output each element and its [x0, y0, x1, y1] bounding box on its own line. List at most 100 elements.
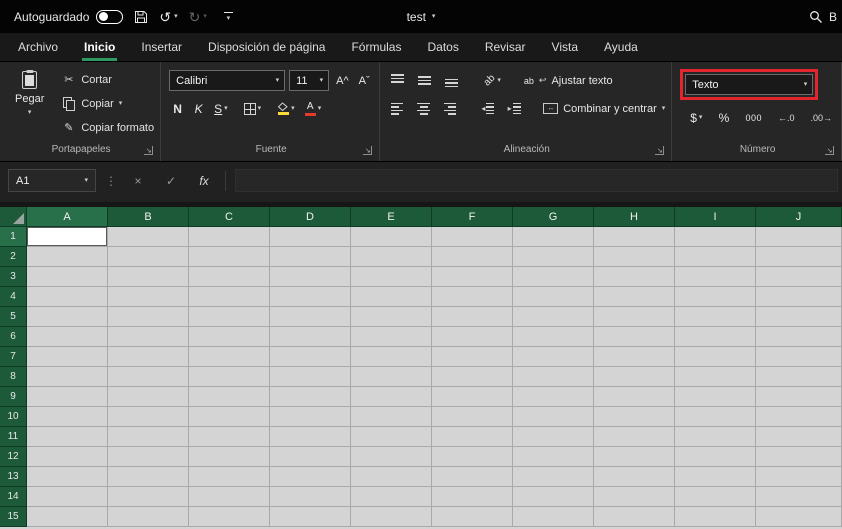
tab-ayuda[interactable]: Ayuda: [591, 33, 651, 61]
cell-G7[interactable]: [513, 347, 594, 367]
customize-quick-access-button[interactable]: ▾: [223, 11, 233, 22]
cell-D9[interactable]: [270, 387, 351, 407]
cell-F6[interactable]: [432, 327, 513, 347]
cell-D6[interactable]: [270, 327, 351, 347]
cell-G3[interactable]: [513, 267, 594, 287]
drag-handle-icon[interactable]: ⋮: [105, 174, 117, 188]
cell-B15[interactable]: [108, 507, 189, 527]
row-header-2[interactable]: 2: [0, 247, 27, 267]
align-top-button[interactable]: [388, 71, 407, 90]
row-header-11[interactable]: 11: [0, 427, 27, 447]
cell-F12[interactable]: [432, 447, 513, 467]
insert-function-button[interactable]: fx: [192, 174, 216, 188]
cell-G8[interactable]: [513, 367, 594, 387]
save-button[interactable]: [134, 10, 148, 24]
cell-F15[interactable]: [432, 507, 513, 527]
cell-B3[interactable]: [108, 267, 189, 287]
cell-F14[interactable]: [432, 487, 513, 507]
cell-J9[interactable]: [756, 387, 842, 407]
cell-D10[interactable]: [270, 407, 351, 427]
copy-button[interactable]: Copiar ▾: [61, 94, 154, 113]
cell-D2[interactable]: [270, 247, 351, 267]
cell-J10[interactable]: [756, 407, 842, 427]
borders-button[interactable]: ▾: [241, 99, 265, 118]
autosave-toggle[interactable]: [96, 9, 124, 24]
increase-decimal-button[interactable]: ←.0: [775, 108, 798, 127]
cell-A8[interactable]: [27, 367, 108, 387]
font-size-dropdown[interactable]: 11 ▾: [289, 70, 330, 91]
cell-D12[interactable]: [270, 447, 351, 467]
cell-I13[interactable]: [675, 467, 756, 487]
cell-H15[interactable]: [594, 507, 675, 527]
dialog-launcher-numero[interactable]: ↘: [825, 146, 834, 155]
row-header-6[interactable]: 6: [0, 327, 27, 347]
cell-G12[interactable]: [513, 447, 594, 467]
redo-button[interactable]: ↻ ▾: [189, 10, 207, 24]
tab-datos[interactable]: Datos: [414, 33, 471, 61]
cell-B11[interactable]: [108, 427, 189, 447]
cell-E14[interactable]: [351, 487, 432, 507]
cell-F2[interactable]: [432, 247, 513, 267]
cell-B6[interactable]: [108, 327, 189, 347]
bold-button[interactable]: N: [169, 99, 186, 118]
wrap-text-button[interactable]: ab ↩ Ajustar texto: [524, 75, 613, 87]
tab-vista[interactable]: Vista: [539, 33, 591, 61]
cell-J8[interactable]: [756, 367, 842, 387]
cell-I2[interactable]: [675, 247, 756, 267]
cell-F3[interactable]: [432, 267, 513, 287]
cell-A1[interactable]: [27, 227, 108, 247]
cell-I6[interactable]: [675, 327, 756, 347]
cell-B4[interactable]: [108, 287, 189, 307]
cell-E3[interactable]: [351, 267, 432, 287]
increase-indent-button[interactable]: ▸: [505, 99, 523, 118]
cell-A5[interactable]: [27, 307, 108, 327]
cell-G13[interactable]: [513, 467, 594, 487]
cell-H1[interactable]: [594, 227, 675, 247]
cell-G10[interactable]: [513, 407, 594, 427]
cell-F10[interactable]: [432, 407, 513, 427]
cell-J2[interactable]: [756, 247, 842, 267]
column-header-e[interactable]: E: [351, 207, 432, 227]
row-header-5[interactable]: 5: [0, 307, 27, 327]
cell-H11[interactable]: [594, 427, 675, 447]
cell-B7[interactable]: [108, 347, 189, 367]
decrease-decimal-button[interactable]: .00→: [807, 108, 835, 127]
cell-H5[interactable]: [594, 307, 675, 327]
undo-button[interactable]: ↺ ▾: [159, 10, 177, 24]
cut-button[interactable]: ✂ Cortar: [61, 70, 154, 89]
cell-F7[interactable]: [432, 347, 513, 367]
column-header-h[interactable]: H: [594, 207, 675, 227]
cell-C2[interactable]: [189, 247, 270, 267]
cell-F8[interactable]: [432, 367, 513, 387]
cell-B1[interactable]: [108, 227, 189, 247]
cell-D4[interactable]: [270, 287, 351, 307]
cell-I7[interactable]: [675, 347, 756, 367]
accounting-format-button[interactable]: $ ▾: [687, 108, 705, 127]
cell-E9[interactable]: [351, 387, 432, 407]
cell-J12[interactable]: [756, 447, 842, 467]
column-header-j[interactable]: J: [756, 207, 842, 227]
tab-revisar[interactable]: Revisar: [472, 33, 539, 61]
tab-formulas[interactable]: Fórmulas: [338, 33, 414, 61]
cell-J1[interactable]: [756, 227, 842, 247]
align-left-button[interactable]: [388, 99, 406, 118]
cell-J11[interactable]: [756, 427, 842, 447]
cell-E12[interactable]: [351, 447, 432, 467]
cell-C14[interactable]: [189, 487, 270, 507]
cell-I3[interactable]: [675, 267, 756, 287]
column-header-b[interactable]: B: [108, 207, 189, 227]
search-box[interactable]: B: [809, 10, 837, 24]
cell-G6[interactable]: [513, 327, 594, 347]
cell-J6[interactable]: [756, 327, 842, 347]
tab-archivo[interactable]: Archivo: [5, 33, 71, 61]
cell-A3[interactable]: [27, 267, 108, 287]
cell-H14[interactable]: [594, 487, 675, 507]
row-header-4[interactable]: 4: [0, 287, 27, 307]
row-header-8[interactable]: 8: [0, 367, 27, 387]
row-header-1[interactable]: 1: [0, 227, 27, 247]
cell-H4[interactable]: [594, 287, 675, 307]
font-color-button[interactable]: A ▾: [302, 99, 325, 118]
cell-H7[interactable]: [594, 347, 675, 367]
cell-E4[interactable]: [351, 287, 432, 307]
cell-B2[interactable]: [108, 247, 189, 267]
